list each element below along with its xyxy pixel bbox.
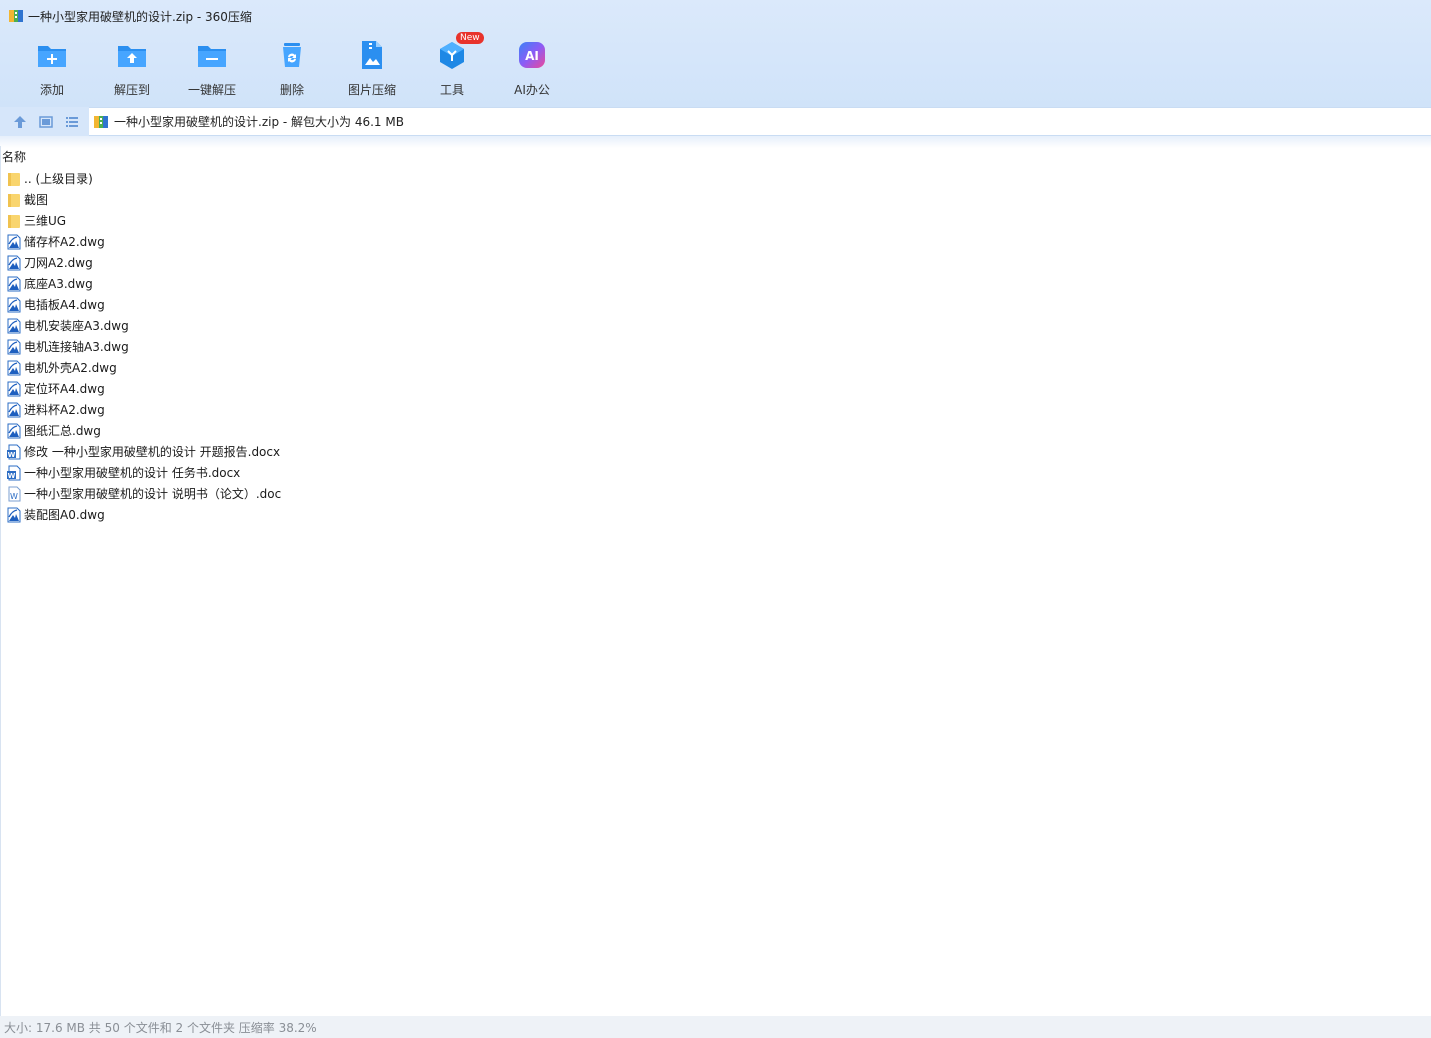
add-button[interactable]: 添加 [12, 36, 92, 98]
file-row[interactable]: W 一种小型家用破壁机的设计 任务书.docx [6, 462, 281, 483]
file-list: 名称 .. (上级目录) 截图三维UG 储存杯A2.dwg 刀网A2.dwg 底座A3.… [0, 146, 1431, 1016]
file-name: .. (上级目录) [24, 172, 93, 186]
image-compress-label: 图片压缩 [347, 83, 396, 97]
window-title: 一种小型家用破壁机的设计.zip - 360压缩 [28, 9, 252, 24]
file-name: 底座A3.dwg [24, 277, 93, 291]
dwg-file-icon [7, 381, 21, 396]
file-name: 定位环A4.dwg [24, 382, 105, 396]
folder-row[interactable]: 三维UG [6, 210, 281, 231]
file-row[interactable]: 电机安装座A3.dwg [6, 315, 281, 336]
file-name: 刀网A2.dwg [24, 256, 93, 270]
folder-row[interactable]: .. (上级目录) [6, 168, 281, 189]
word-docx-icon: W [7, 465, 21, 480]
file-row[interactable]: 储存杯A2.dwg [6, 231, 281, 252]
title-bar: 一种小型家用破壁机的设计.zip - 360压缩 [0, 0, 1431, 32]
file-row[interactable]: W 一种小型家用破壁机的设计 说明书（论文）.doc [6, 483, 281, 504]
path-text: 一种小型家用破壁机的设计.zip - 解包大小为 46.1 MB [114, 115, 404, 129]
file-name: 电机安装座A3.dwg [24, 319, 129, 333]
svg-text:AI: AI [525, 49, 539, 63]
word-doc-icon: W [8, 486, 21, 501]
dwg-file-icon [7, 255, 21, 270]
folder-row[interactable]: 截图 [6, 189, 281, 210]
ai-office-label: AI办公 [514, 83, 550, 97]
extract-to-icon [118, 46, 146, 67]
add-folder-icon [38, 46, 66, 67]
image-compress-icon [362, 41, 382, 69]
one-click-extract-icon [198, 46, 226, 67]
folder-icon [8, 214, 20, 228]
dwg-file-icon [7, 360, 21, 375]
dwg-file-icon [7, 423, 21, 438]
zip-archive-icon [94, 115, 108, 128]
delete-button[interactable]: 删除 [252, 36, 332, 98]
header-area: 一种小型家用破壁机的设计.zip - 360压缩 添加 解压到 一键解压 删除 … [0, 0, 1431, 107]
file-name: 修改 一种小型家用破壁机的设计 开题报告.docx [24, 445, 281, 459]
folder-icon [8, 172, 20, 186]
svg-text:W: W [8, 472, 16, 480]
tools-button[interactable]: New 工具 [412, 32, 492, 98]
dwg-file-icon [7, 297, 21, 312]
address-bar: 一种小型家用破壁机的设计.zip - 解包大小为 46.1 MB [0, 107, 1431, 136]
new-badge: New [456, 32, 484, 44]
file-name: 一种小型家用破壁机的设计 说明书（论文）.doc [24, 487, 282, 501]
file-row[interactable]: 底座A3.dwg [6, 273, 281, 294]
ai-office-button[interactable]: AI AI办公 [492, 36, 572, 98]
tools-label: 工具 [439, 83, 464, 97]
file-name: 装配图A0.dwg [24, 508, 105, 522]
file-name: 图纸汇总.dwg [24, 424, 101, 438]
folder-icon [8, 193, 20, 207]
file-row[interactable]: 电插板A4.dwg [6, 294, 281, 315]
thumbnail-view-button[interactable] [33, 109, 59, 135]
file-row[interactable]: 进料杯A2.dwg [6, 399, 281, 420]
delete-label: 删除 [279, 83, 304, 97]
extract-to-button[interactable]: 解压到 [92, 36, 172, 98]
file-row[interactable]: 刀网A2.dwg [6, 252, 281, 273]
image-compress-button[interactable]: 图片压缩 [332, 36, 412, 98]
nav-buttons [7, 109, 89, 135]
one-click-extract-label: 一键解压 [187, 83, 236, 97]
dwg-file-icon [7, 276, 21, 291]
file-name: 一种小型家用破壁机的设计 任务书.docx [24, 466, 241, 480]
dwg-file-icon [7, 402, 21, 417]
one-click-extract-button[interactable]: 一键解压 [172, 36, 252, 98]
file-row[interactable]: 图纸汇总.dwg [6, 420, 281, 441]
recycle-bin-icon [283, 43, 301, 67]
list-view-icon [66, 116, 78, 127]
word-docx-icon: W [7, 444, 21, 459]
status-text: 大小: 17.6 MB 共 50 个文件和 2 个文件夹 压缩率 38.2% [4, 1020, 317, 1035]
dwg-file-icon [7, 234, 21, 249]
file-name: 储存杯A2.dwg [24, 235, 105, 249]
list-view-button[interactable] [59, 109, 85, 135]
path-field[interactable]: 一种小型家用破壁机的设计.zip - 解包大小为 46.1 MB [89, 107, 1431, 136]
main-toolbar: 添加 解压到 一键解压 删除 图片压缩 New 工具 AI AI办公 [12, 32, 572, 98]
dwg-file-icon [7, 318, 21, 333]
file-name: 三维UG [24, 214, 67, 228]
column-header-name[interactable]: 名称 [2, 148, 26, 165]
extract-to-label: 解压到 [113, 83, 150, 97]
file-rows: .. (上级目录) 截图三维UG 储存杯A2.dwg 刀网A2.dwg 底座A3.dwg… [6, 168, 281, 525]
up-level-button[interactable] [7, 109, 33, 135]
file-name: 进料杯A2.dwg [24, 403, 105, 417]
zip-archive-icon [9, 10, 23, 22]
file-row[interactable]: 电机连接轴A3.dwg [6, 336, 281, 357]
status-bar: 大小: 17.6 MB 共 50 个文件和 2 个文件夹 压缩率 38.2% [0, 1016, 1431, 1038]
file-row[interactable]: 定位环A4.dwg [6, 378, 281, 399]
add-label: 添加 [39, 83, 64, 97]
file-name: 电机外壳A2.dwg [24, 361, 117, 375]
svg-text:W: W [10, 492, 18, 501]
file-name: 截图 [24, 193, 49, 207]
file-name: 电插板A4.dwg [24, 298, 105, 312]
file-name: 电机连接轴A3.dwg [24, 340, 129, 354]
dwg-file-icon [7, 339, 21, 354]
file-row[interactable]: W 修改 一种小型家用破壁机的设计 开题报告.docx [6, 441, 281, 462]
thumbnail-view-icon [39, 115, 53, 128]
svg-text:W: W [8, 451, 16, 459]
dwg-file-icon [7, 507, 21, 522]
ai-office-icon: AI [519, 42, 545, 68]
file-row[interactable]: 装配图A0.dwg [6, 504, 281, 525]
arrow-up-icon [14, 115, 26, 128]
file-row[interactable]: 电机外壳A2.dwg [6, 357, 281, 378]
